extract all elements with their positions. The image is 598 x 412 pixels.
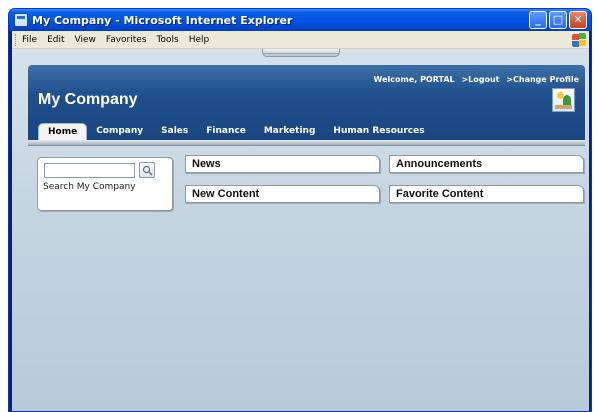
welcome-links: Welcome, PORTAL >Logout >Change Profile [370,75,579,84]
new-content-portlet-header[interactable]: New Content [185,185,380,203]
search-label: Search My Company [43,182,136,192]
menu-file[interactable]: File [22,35,37,45]
tab-company[interactable]: Company [87,123,152,140]
toolbar-toggle-handle[interactable] [262,49,340,57]
browser-window: My Company - Microsoft Internet Explorer… [8,8,592,412]
navigation-tabs: Home Company Sales Finance Marketing Hum… [38,123,434,140]
portal-header: Welcome, PORTAL >Logout >Change Profile … [28,65,585,140]
menu-edit[interactable]: Edit [47,35,64,45]
tab-marketing[interactable]: Marketing [255,123,325,140]
page-content: Welcome, PORTAL >Logout >Change Profile … [12,49,589,411]
change-profile-link[interactable]: >Change Profile [506,75,579,84]
title-bar[interactable]: My Company - Microsoft Internet Explorer… [9,9,591,31]
maximize-button[interactable]: □ [549,11,567,29]
logout-link[interactable]: >Logout [461,75,499,84]
favorite-content-portlet-header[interactable]: Favorite Content [389,185,584,203]
header-separator [28,140,585,146]
menu-grip[interactable] [15,33,18,46]
handle-line [263,53,339,54]
magnifier-icon [142,165,153,176]
tab-finance[interactable]: Finance [197,123,255,140]
menu-bar: File Edit View Favorites Tools Help [12,31,589,49]
search-button[interactable] [139,162,155,178]
logo-palm [563,95,571,105]
search-portlet: Search My Company [37,157,173,211]
news-portlet-header[interactable]: News [185,155,380,173]
logo-ground [555,105,572,109]
menu-view[interactable]: View [75,35,96,45]
announcements-portlet-header[interactable]: Announcements [389,155,584,173]
company-logo-icon [552,88,575,112]
window-title: My Company - Microsoft Internet Explorer [32,13,293,27]
close-button[interactable]: ✕ [569,11,587,29]
welcome-text: Welcome, PORTAL [373,75,455,84]
ie-page-icon [14,13,28,27]
company-title: My Company [38,91,138,108]
menu-help[interactable]: Help [189,35,210,45]
tab-sales[interactable]: Sales [152,123,197,140]
minimize-button[interactable]: _ [529,11,547,29]
menu-tools[interactable]: Tools [157,35,179,45]
search-input[interactable] [44,163,135,178]
windows-flag-icon [570,32,587,48]
window-controls: _ □ ✕ [529,11,587,29]
tab-human-resources[interactable]: Human Resources [324,123,433,140]
tab-home[interactable]: Home [38,123,88,140]
menu-favorites[interactable]: Favorites [106,35,147,45]
